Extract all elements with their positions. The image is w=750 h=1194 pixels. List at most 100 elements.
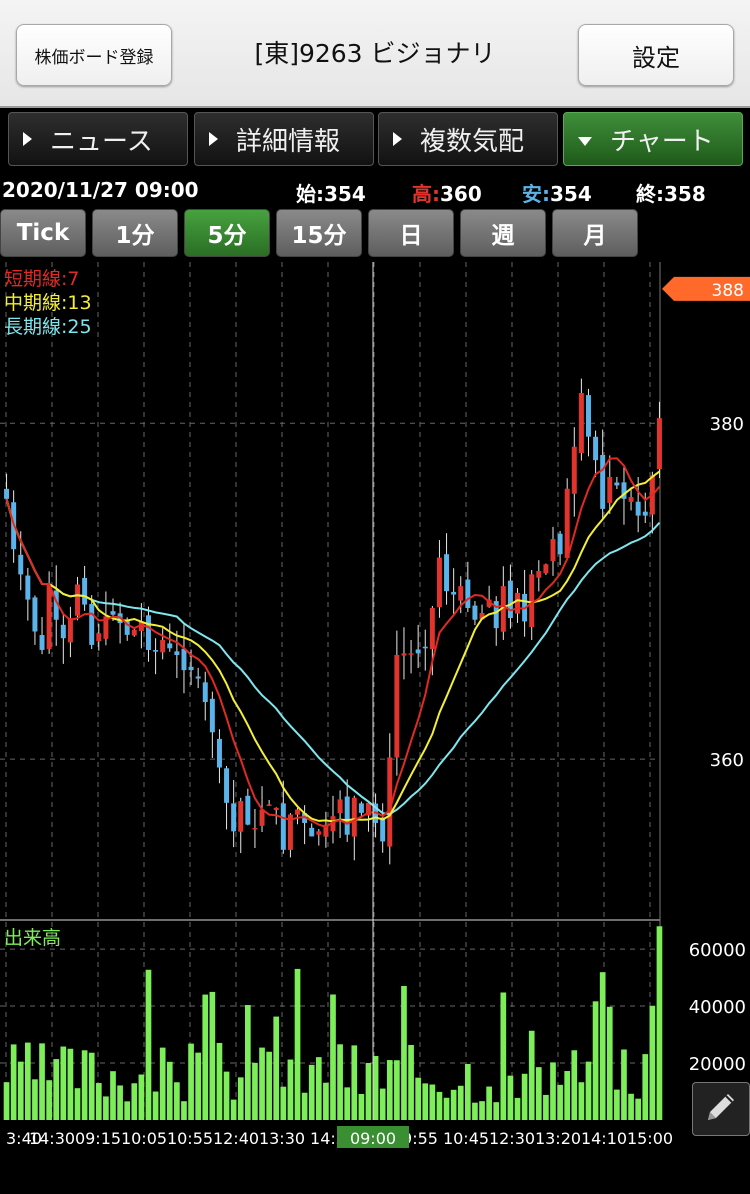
candle-body [32, 597, 38, 632]
tab-multi-quote[interactable]: 複数気配 [378, 112, 558, 166]
volume-bar [174, 1082, 180, 1120]
legend-label: 中期線:13 [4, 292, 92, 314]
volume-bar [599, 972, 606, 1120]
volume-bar [337, 1044, 343, 1120]
volume-bar [408, 1044, 414, 1120]
volume-bar [628, 1093, 634, 1120]
volume-bar [550, 1062, 556, 1120]
tab-details[interactable]: 詳細情報 [194, 112, 374, 166]
candle-body [515, 592, 520, 614]
volume-bar [166, 1061, 173, 1120]
volume-bar [266, 1051, 272, 1120]
volume-bar [95, 1083, 102, 1120]
volume-bar [3, 1082, 10, 1120]
tab-news[interactable]: ニュース [8, 112, 188, 166]
legend-label: 短期線:7 [4, 268, 80, 290]
volume-bar [642, 1054, 649, 1120]
candle-body [209, 698, 215, 733]
volume-bar [514, 1097, 521, 1120]
x-tick-label: 12:30 [489, 1129, 535, 1148]
volume-bar [415, 1077, 421, 1120]
volume-bar [287, 1059, 294, 1120]
settings-button[interactable]: 設定 [578, 24, 734, 86]
tab-label: チャート [610, 126, 714, 157]
volume-bar [585, 1061, 592, 1120]
volume-bar [621, 1049, 627, 1120]
candle-body [571, 446, 577, 494]
period-tick-button[interactable]: Tick [0, 209, 86, 257]
volume-bar [131, 1083, 138, 1120]
candle-body [557, 533, 563, 555]
volume-bar [209, 991, 216, 1120]
volume-bar [571, 1050, 578, 1120]
candle-body [607, 476, 613, 503]
candle-body [60, 624, 66, 639]
candle-body [344, 796, 350, 835]
volume-bar [315, 1057, 322, 1120]
candle-body [231, 803, 237, 832]
volume-bar [401, 985, 407, 1120]
pencil-button[interactable] [692, 1082, 750, 1136]
candle-body [465, 579, 471, 608]
candle-body [507, 580, 513, 619]
candle-body [380, 817, 386, 842]
period-5min-button[interactable]: 5分 [184, 209, 270, 257]
stock-board-register-button[interactable]: 株価ボード登録 [16, 24, 172, 86]
period-day-button[interactable]: 日 [368, 209, 454, 257]
candle-body [337, 799, 343, 814]
open-label: 始: [296, 182, 324, 206]
candle-body [25, 575, 31, 600]
volume-bar [124, 1101, 131, 1120]
high-label: 高: [412, 182, 440, 206]
candle-body [188, 666, 194, 671]
volume-bar [543, 1094, 549, 1120]
candle-body [614, 482, 620, 486]
candle-body [593, 436, 599, 461]
candle-body [444, 554, 450, 592]
price-tick-label: 360 [710, 750, 744, 771]
volume-bar [386, 1060, 393, 1120]
volume-bar [557, 1084, 563, 1120]
volume-bar [564, 1071, 571, 1120]
volume-bar [614, 1089, 620, 1120]
volume-bar [578, 1082, 585, 1120]
volume-bar [117, 1085, 123, 1120]
x-tick-label: 13:20 [535, 1129, 581, 1148]
candle-body [408, 653, 414, 655]
x-tick-label: 09:15 [75, 1129, 121, 1148]
volume-bar [74, 1088, 81, 1120]
period-month-button[interactable]: 月 [552, 209, 638, 257]
volume-bar [649, 1006, 656, 1120]
volume-bar [53, 1059, 60, 1120]
high-value: 360 [440, 182, 482, 206]
candle-body [224, 768, 230, 803]
candle-body [642, 511, 648, 516]
tab-row: ニュース 詳細情報 複数気配 チャート [0, 112, 750, 168]
x-tick-label: 10:45 [443, 1129, 489, 1148]
tab-chart[interactable]: チャート [563, 112, 743, 166]
volume-bar [486, 1086, 492, 1120]
candle-body [89, 603, 95, 645]
volume-bar [46, 1080, 52, 1120]
volume-bar [10, 1044, 17, 1120]
volume-bar [273, 1016, 280, 1120]
volume-bar [230, 1099, 237, 1120]
x-tick-label: 15:00 [627, 1129, 673, 1148]
candle-body [436, 557, 442, 608]
period-week-button[interactable]: 週 [460, 209, 546, 257]
candle-body [96, 633, 102, 642]
volume-bar [472, 1102, 478, 1120]
price-chart[interactable]: 380 360 60000 40000 20000 短期線:7中期線:13長期線:25 出来… [0, 262, 750, 1152]
volume-bar [195, 1052, 201, 1120]
candle-body [586, 395, 591, 437]
candle-body [46, 584, 52, 650]
period-1min-button[interactable]: 1分 [92, 209, 178, 257]
candle-body [295, 809, 300, 815]
volume-bar [372, 1056, 379, 1120]
candle-body [358, 803, 364, 813]
candle-body [280, 803, 286, 850]
triangle-down-icon [578, 136, 592, 146]
period-15min-button[interactable]: 15分 [276, 209, 362, 257]
volume-bar [493, 1102, 500, 1120]
volume-bar [280, 1086, 287, 1120]
